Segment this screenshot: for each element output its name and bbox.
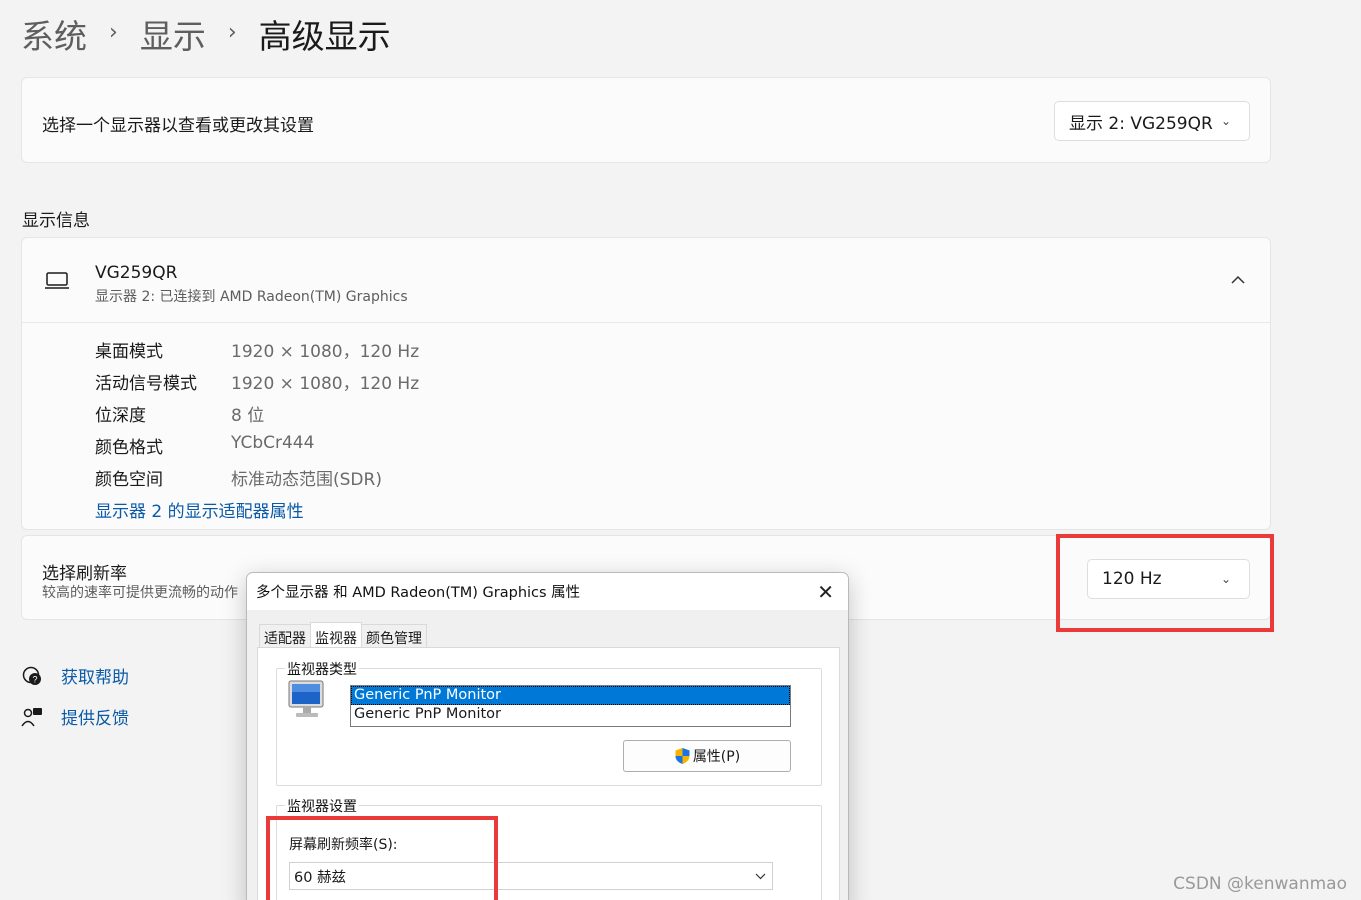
info-value: YCbCr444 — [231, 433, 315, 453]
info-key: 活动信号模式 — [95, 374, 197, 394]
adapter-properties-link[interactable]: 显示器 2 的显示适配器属性 — [95, 497, 304, 522]
refresh-rate-description: 较高的速率可提供更流畅的动作 — [42, 585, 238, 601]
highlight-box — [1056, 534, 1274, 632]
get-help-label: 获取帮助 — [61, 668, 129, 688]
properties-button[interactable]: 属性(P) — [623, 740, 791, 772]
chevron-up-icon[interactable] — [1230, 270, 1246, 289]
monitor-settings-title: 监视器设置 — [285, 796, 359, 816]
monitor-name: VG259QR — [95, 263, 178, 283]
info-key: 位深度 — [95, 406, 146, 426]
help-chat-icon: ? — [20, 665, 44, 687]
laptop-icon — [44, 272, 70, 294]
uac-shield-icon — [674, 747, 691, 765]
monitor-type-title: 监视器类型 — [285, 659, 359, 679]
refresh-rate-label: 选择刷新率 — [42, 564, 127, 584]
monitor-list[interactable]: Generic PnP Monitor Generic PnP Monitor — [350, 685, 791, 727]
breadcrumb-system[interactable]: 系统 — [21, 10, 87, 58]
monitor-info-card: VG259QR 显示器 2: 已连接到 AMD Radeon(TM) Graph… — [21, 237, 1271, 530]
select-display-card: 选择一个显示器以查看或更改其设置 显示 2: VG259QR ⌄ — [21, 77, 1271, 163]
info-key: 颜色空间 — [95, 470, 163, 490]
feedback-person-icon — [20, 706, 44, 728]
svg-text:?: ? — [32, 674, 37, 684]
info-key: 颜色格式 — [95, 438, 163, 458]
monitor-subtitle: 显示器 2: 已连接到 AMD Radeon(TM) Graphics — [95, 289, 408, 305]
highlight-box — [266, 816, 498, 900]
dialog-title: 多个显示器 和 AMD Radeon(TM) Graphics 属性 — [256, 585, 581, 601]
info-value: 1920 × 1080，120 Hz — [231, 374, 420, 394]
select-display-label: 选择一个显示器以查看或更改其设置 — [42, 116, 314, 136]
info-value: 8 位 — [231, 406, 265, 426]
get-help-link[interactable]: ? 获取帮助 — [20, 663, 129, 688]
monitor-list-item[interactable]: Generic PnP Monitor — [351, 686, 790, 705]
feedback-label: 提供反馈 — [61, 709, 129, 729]
section-title: 显示信息 — [22, 211, 90, 231]
info-value: 标准动态范围(SDR) — [231, 470, 382, 490]
breadcrumb: 系统 › 显示 › 高级显示 — [21, 10, 391, 58]
feedback-link[interactable]: 提供反馈 — [20, 704, 129, 729]
display-dropdown-value: 显示 2: VG259QR — [1069, 113, 1213, 134]
breadcrumb-display[interactable]: 显示 — [140, 10, 206, 58]
display-dropdown[interactable]: 显示 2: VG259QR ⌄ — [1054, 101, 1250, 141]
monitor-header[interactable]: VG259QR 显示器 2: 已连接到 AMD Radeon(TM) Graph… — [22, 238, 1270, 323]
watermark: CSDN @kenwanmao — [1173, 874, 1347, 894]
chevron-down-icon: ⌄ — [1220, 114, 1231, 128]
info-key: 桌面模式 — [95, 342, 163, 362]
monitor-list-item[interactable]: Generic PnP Monitor — [351, 705, 790, 724]
monitor-type-group: 监视器类型 Generic PnP Monitor Generic PnP Mo… — [276, 659, 822, 786]
close-icon[interactable]: ✕ — [817, 580, 834, 604]
dialog-titlebar[interactable]: 多个显示器 和 AMD Radeon(TM) Graphics 属性 ✕ — [247, 573, 848, 610]
page-title: 高级显示 — [258, 17, 391, 56]
breadcrumb-chevron-icon: › — [227, 19, 237, 45]
info-value: 1920 × 1080，120 Hz — [231, 342, 420, 362]
monitor-icon — [287, 679, 327, 725]
chevron-down-icon — [755, 868, 766, 884]
breadcrumb-chevron-icon: › — [109, 19, 118, 45]
properties-button-label: 属性(P) — [692, 749, 741, 765]
